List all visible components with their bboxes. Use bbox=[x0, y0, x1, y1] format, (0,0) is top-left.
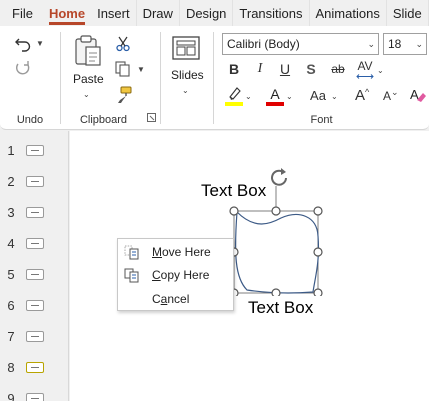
bold-button[interactable]: B bbox=[224, 61, 244, 77]
rotate-handle-icon[interactable] bbox=[268, 167, 290, 189]
slide-number: 4 bbox=[7, 236, 15, 251]
dialog-launcher-icon[interactable] bbox=[147, 113, 156, 122]
ribbon: ▼ Undo Paste ⌄ ▼ Clipboard Slides ⌄ Cali… bbox=[0, 26, 429, 130]
slide-thumbnail[interactable]: 6 bbox=[0, 292, 69, 323]
slide-preview[interactable] bbox=[26, 207, 44, 218]
copy-here-item[interactable]: Copy Here bbox=[118, 263, 233, 286]
slide-number: 7 bbox=[7, 329, 15, 344]
shadow-button[interactable]: S bbox=[301, 61, 321, 77]
change-case-button[interactable]: Aa bbox=[307, 88, 329, 103]
font-name-value: Calibri (Body) bbox=[227, 37, 300, 51]
slide-thumbnail[interactable]: 4 bbox=[0, 230, 69, 261]
slide-number: 9 bbox=[7, 391, 15, 401]
slide-preview[interactable] bbox=[26, 145, 44, 156]
copy-here-label: Copy Here bbox=[152, 268, 210, 282]
slides-label[interactable]: Slides bbox=[171, 68, 204, 82]
increase-caret-icon: ^ bbox=[365, 87, 370, 97]
character-spacing-button[interactable]: AV bbox=[355, 59, 375, 73]
tab-design[interactable]: Design bbox=[180, 0, 234, 26]
powerpoint-window: File Home Insert Draw Design Transitions… bbox=[0, 0, 429, 401]
slide-number: 1 bbox=[7, 143, 15, 158]
slide-thumbnail[interactable]: 2 bbox=[0, 168, 69, 199]
slide-preview[interactable] bbox=[26, 300, 44, 311]
font-group-label: Font bbox=[310, 114, 333, 126]
italic-button[interactable]: I bbox=[250, 61, 270, 77]
move-here-icon bbox=[124, 245, 139, 260]
spacing-arrow-icon bbox=[356, 74, 374, 79]
move-here-label: Move Here bbox=[152, 245, 211, 259]
slide-thumbnail[interactable]: 3 bbox=[0, 199, 69, 230]
ribbon-tabs: File Home Insert Draw Design Transitions… bbox=[0, 0, 429, 26]
tab-draw[interactable]: Draw bbox=[137, 0, 180, 26]
paste-label[interactable]: Paste bbox=[73, 72, 104, 86]
slide-preview[interactable] bbox=[26, 362, 44, 373]
slide-preview[interactable] bbox=[26, 331, 44, 342]
clipboard-group-label: Clipboard bbox=[79, 114, 128, 126]
slides-group: Slides ⌄ bbox=[161, 26, 211, 130]
font-size-value: 18 bbox=[388, 37, 402, 51]
paste-dropdown-icon[interactable]: ⌄ bbox=[83, 90, 90, 99]
format-painter-icon[interactable] bbox=[115, 86, 133, 104]
chevron-down-icon[interactable]: ⌄ bbox=[367, 34, 375, 54]
paste-icon[interactable] bbox=[73, 34, 103, 68]
slide-preview[interactable] bbox=[26, 176, 44, 187]
slide-preview[interactable] bbox=[26, 393, 44, 401]
slide-number: 2 bbox=[7, 174, 15, 189]
slide-thumbnail-pane: 1 2 3 4 5 6 7 8 9 bbox=[0, 131, 69, 401]
new-slide-icon[interactable] bbox=[172, 36, 200, 60]
tab-file[interactable]: File bbox=[0, 0, 43, 26]
decrease-caret-icon: ⌄ bbox=[391, 87, 399, 97]
highlight-dropdown-icon[interactable]: ⌄ bbox=[245, 92, 252, 101]
move-here-item[interactable]: Move Here bbox=[118, 240, 233, 263]
strikethrough-button[interactable]: ab bbox=[328, 62, 348, 76]
cut-icon[interactable] bbox=[116, 36, 130, 52]
font-size-box[interactable]: 18 ⌄ bbox=[383, 33, 427, 55]
highlighter-icon[interactable] bbox=[225, 86, 243, 106]
slide-number: 3 bbox=[7, 205, 15, 220]
text-box-bottom[interactable]: Text Box bbox=[248, 298, 313, 318]
clipboard-group: Paste ⌄ ▼ Clipboard bbox=[61, 26, 160, 130]
tab-slide[interactable]: Slide bbox=[387, 0, 429, 26]
cancel-label: Cancel bbox=[152, 292, 190, 306]
slides-dropdown-icon[interactable]: ⌄ bbox=[182, 86, 189, 95]
tab-insert[interactable]: Insert bbox=[91, 0, 137, 26]
spacing-dropdown-icon[interactable]: ⌄ bbox=[377, 66, 384, 75]
slide-preview[interactable] bbox=[26, 238, 44, 249]
svg-text:A: A bbox=[270, 86, 280, 102]
tab-home[interactable]: Home bbox=[43, 0, 91, 26]
chevron-down-icon[interactable]: ⌄ bbox=[415, 34, 423, 54]
slide-thumbnail[interactable]: 7 bbox=[0, 323, 69, 354]
slide-number: 8 bbox=[7, 360, 15, 375]
font-name-box[interactable]: Calibri (Body) ⌄ bbox=[222, 33, 379, 55]
tab-transitions[interactable]: Transitions bbox=[233, 0, 310, 26]
underline-button[interactable]: U bbox=[275, 61, 295, 77]
slide-number: 6 bbox=[7, 298, 15, 313]
undo-dropdown-icon[interactable]: ▼ bbox=[36, 39, 44, 48]
undo-group: ▼ Undo bbox=[0, 26, 60, 130]
change-case-dropdown-icon[interactable]: ⌄ bbox=[331, 92, 338, 101]
copy-icon[interactable] bbox=[115, 61, 131, 77]
font-color-icon[interactable]: A bbox=[266, 86, 284, 106]
tab-animations[interactable]: Animations bbox=[310, 0, 387, 26]
slide-number: 5 bbox=[7, 267, 15, 282]
font-group: Calibri (Body) ⌄ 18 ⌄ B I U S ab AV ⌄ ⌄ bbox=[214, 26, 429, 130]
undo-group-label: Undo bbox=[16, 114, 44, 126]
slide-thumbnail[interactable]: 1 bbox=[0, 137, 69, 168]
copy-dropdown-icon[interactable]: ▼ bbox=[137, 65, 145, 74]
slide-thumbnail[interactable]: 8 bbox=[0, 354, 69, 385]
font-color-dropdown-icon[interactable]: ⌄ bbox=[286, 92, 293, 101]
slide-preview[interactable] bbox=[26, 269, 44, 280]
cancel-item[interactable]: Cancel bbox=[118, 287, 233, 310]
copy-here-icon bbox=[124, 268, 139, 283]
clear-formatting-icon[interactable]: A bbox=[408, 86, 426, 104]
slide-thumbnail[interactable]: 5 bbox=[0, 261, 69, 292]
undo-icon[interactable] bbox=[14, 36, 32, 52]
redo-icon[interactable] bbox=[14, 60, 32, 78]
drag-context-menu: Move Here Copy Here Cancel bbox=[117, 238, 234, 311]
slide-thumbnail[interactable]: 9 bbox=[0, 385, 69, 401]
